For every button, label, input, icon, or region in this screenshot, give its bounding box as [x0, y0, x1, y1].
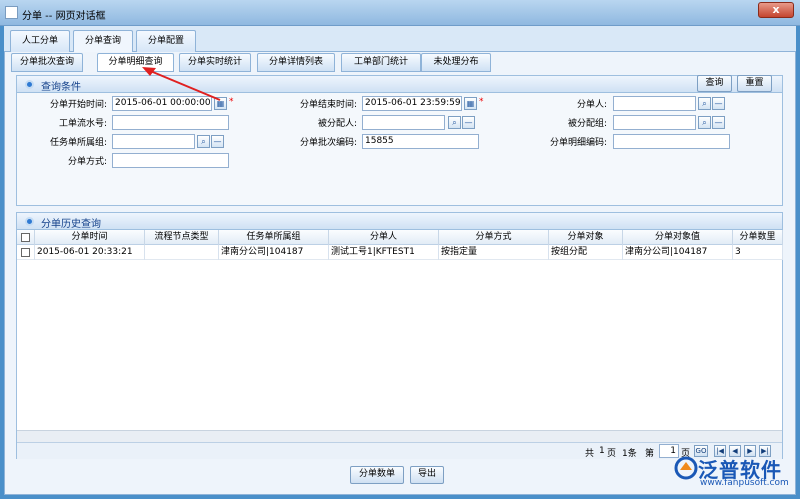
batch-code-label: 分单批次编码: [299, 138, 357, 148]
assignee-label: 被分配人: [317, 119, 357, 129]
col-header[interactable]: 任务单所属组 [219, 230, 329, 245]
tab-assign-config[interactable]: 分单配置 [136, 30, 196, 52]
pager-total-label: 共 [585, 449, 595, 459]
tab-assign-query[interactable]: 分单查询 [73, 30, 133, 53]
row-checkbox[interactable] [21, 248, 30, 257]
export-button[interactable]: 导出 [410, 466, 444, 484]
minus-icon[interactable]: — [211, 135, 224, 148]
calendar-icon[interactable]: ▦ [464, 97, 477, 110]
assignee-group-input[interactable] [613, 115, 696, 130]
minus-icon[interactable]: — [712, 116, 725, 129]
search-icon[interactable]: ⌕ [197, 135, 210, 148]
dialog-client: 人工分单 分单查询 分单配置 分单批次查询 分单明细查询 分单实时统计 分单详情… [4, 26, 796, 495]
detail-code-input[interactable] [613, 134, 730, 149]
start-time-label: 分单开始时间: [49, 100, 107, 110]
row-select-cell [17, 245, 35, 260]
search-icon[interactable]: ⌕ [698, 116, 711, 129]
close-button[interactable]: x [758, 2, 794, 18]
required-mark: * [229, 97, 234, 107]
col-header[interactable]: 分单时间 [35, 230, 145, 245]
reset-button[interactable]: 重置 [737, 75, 772, 92]
select-all-checkbox[interactable] [21, 233, 30, 242]
section-bullet-icon [25, 217, 34, 226]
task-group-input[interactable] [112, 134, 195, 149]
col-header[interactable]: 流程节点类型 [145, 230, 219, 245]
history-section: 分单历史查询 分单时间 流程节点类型 任务单所属组 分单人 分单方式 分单对象 … [16, 212, 783, 459]
window-title: 分单 -- 网页对话框 [22, 11, 106, 22]
tab-realtime-stats[interactable]: 分单实时统计 [179, 53, 251, 72]
table-cell: 津南分公司|104187 [219, 245, 329, 260]
tab-detail-list[interactable]: 分单详情列表 [257, 53, 335, 72]
table-cell: 按指定量 [439, 245, 549, 260]
brand-logo: 泛普软件 www.fanpusoft.com [672, 452, 798, 496]
assigner-label: 分单人: [576, 100, 607, 110]
tab-manual-assign[interactable]: 人工分单 [10, 30, 70, 52]
query-button[interactable]: 查询 [697, 75, 732, 92]
tab-dept-stats[interactable]: 工单部门统计 [341, 53, 421, 72]
query-section: 查询条件 查询 重置 分单开始时间: 2015-06-01 00:00:00 ▦… [16, 75, 783, 206]
task-group-label: 任务单所属组: [49, 138, 107, 148]
sub-tabbar: 分单批次查询 分单明细查询 分单实时统计 分单详情列表 工单部门统计 未处理分布 [9, 53, 791, 72]
calendar-icon[interactable]: ▦ [214, 97, 227, 110]
table-cell: 津南分公司|104187 [623, 245, 733, 260]
query-section-header: 查询条件 查询 重置 [17, 75, 782, 93]
table-cell: 3 [733, 245, 783, 260]
tab-detail-query[interactable]: 分单明细查询 [97, 53, 174, 72]
assignee-input[interactable] [362, 115, 445, 130]
window-icon [5, 6, 18, 19]
tab-batch-query[interactable]: 分单批次查询 [11, 53, 83, 72]
search-icon[interactable]: ⌕ [448, 116, 461, 129]
table-cell: 按组分配 [549, 245, 623, 260]
pager-record-count: 1条 [622, 449, 637, 459]
query-section-title: 查询条件 [41, 82, 81, 93]
section-bullet-icon [25, 80, 34, 89]
minus-icon[interactable]: — [462, 116, 475, 129]
query-form: 分单开始时间: 2015-06-01 00:00:00 ▦ * 分单结束时间: … [17, 93, 782, 205]
table-cell: 测试工号1|KFTEST1 [329, 245, 439, 260]
brand-url: www.fanpusoft.com [700, 478, 789, 488]
method-input[interactable] [112, 153, 229, 168]
pager-total-pages: 1 [599, 446, 605, 456]
required-mark: * [479, 97, 484, 107]
col-header[interactable]: 分单数里 [733, 230, 783, 245]
brand-logo-icon [674, 456, 698, 480]
minus-icon[interactable]: — [712, 97, 725, 110]
end-time-label: 分单结束时间: [299, 100, 357, 110]
col-header[interactable]: 分单对象值 [623, 230, 733, 245]
horizontal-scrollbar[interactable] [17, 430, 782, 442]
table-row[interactable]: 2015-06-01 20:33:21 津南分公司|104187 测试工号1|K… [17, 245, 783, 260]
start-time-input[interactable]: 2015-06-01 00:00:00 [112, 96, 212, 111]
assigner-input[interactable] [613, 96, 696, 111]
select-all-cell [17, 230, 35, 245]
history-section-title: 分单历史查询 [41, 219, 101, 230]
pager-page-unit: 页 [607, 449, 617, 459]
window-titlebar: 分单 -- 网页对话框 x [0, 0, 800, 26]
flow-no-label: 工单流水号: [58, 119, 107, 129]
col-header[interactable]: 分单人 [329, 230, 439, 245]
col-header[interactable]: 分单对象 [549, 230, 623, 245]
col-header[interactable]: 分单方式 [439, 230, 549, 245]
detail-code-label: 分单明细编码: [549, 138, 607, 148]
table-cell: 2015-06-01 20:33:21 [35, 245, 145, 260]
flow-no-input[interactable] [112, 115, 229, 130]
pager-current-prefix: 第 [645, 449, 655, 459]
batch-code-input[interactable]: 15855 [362, 134, 479, 149]
table-cell [145, 245, 219, 260]
main-tabbar: 人工分单 分单查询 分单配置 [4, 30, 796, 53]
pager: 共 1 页 1条 第 1 页 GO |◀ ◀ ▶ ▶| [17, 442, 782, 459]
end-time-input[interactable]: 2015-06-01 23:59:59 [362, 96, 462, 111]
method-label: 分单方式: [67, 157, 107, 167]
history-section-header: 分单历史查询 [17, 213, 782, 230]
assignee-group-label: 被分配组: [567, 119, 607, 129]
tab-panel: 分单批次查询 分单明细查询 分单实时统计 分单详情列表 工单部门统计 未处理分布… [4, 52, 796, 495]
history-grid-header: 分单时间 流程节点类型 任务单所属组 分单人 分单方式 分单对象 分单对象值 分… [17, 230, 783, 245]
assign-count-button[interactable]: 分单数单 [350, 466, 404, 484]
tab-unprocessed[interactable]: 未处理分布 [421, 53, 491, 72]
search-icon[interactable]: ⌕ [698, 97, 711, 110]
